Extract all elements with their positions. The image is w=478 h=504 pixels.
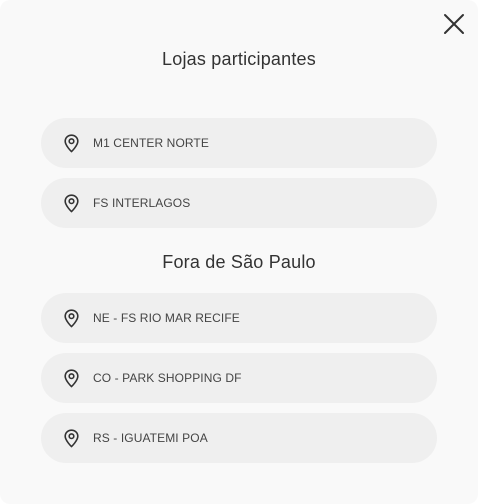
store-label: M1 CENTER NORTE	[93, 136, 209, 150]
map-pin-icon	[62, 368, 80, 388]
store-label: RS - IGUATEMI POA	[93, 431, 208, 445]
store-label: FS INTERLAGOS	[93, 196, 191, 210]
store-item-m1-center-norte[interactable]: M1 CENTER NORTE	[41, 118, 437, 168]
store-item-fs-interlagos[interactable]: FS INTERLAGOS	[41, 178, 437, 228]
map-pin-icon	[62, 133, 80, 153]
map-pin-icon	[62, 308, 80, 328]
store-label: NE - FS RIO MAR RECIFE	[93, 311, 240, 325]
store-list-modal: Lojas participantes M1 CENTER NORTE FS I…	[0, 0, 478, 504]
close-icon	[444, 14, 464, 34]
store-item-co-park-shopping-df[interactable]: CO - PARK SHOPPING DF	[41, 353, 437, 403]
close-button[interactable]	[443, 13, 465, 35]
section-title-participating-stores: Lojas participantes	[162, 49, 316, 69]
store-item-ne-fs-rio-mar-recife[interactable]: NE - FS RIO MAR RECIFE	[41, 293, 437, 343]
store-label: CO - PARK SHOPPING DF	[93, 371, 242, 385]
map-pin-icon	[62, 193, 80, 213]
map-pin-icon	[62, 428, 80, 448]
section-title-outside-sao-paulo: Fora de São Paulo	[162, 252, 316, 272]
store-item-rs-iguatemi-poa[interactable]: RS - IGUATEMI POA	[41, 413, 437, 463]
